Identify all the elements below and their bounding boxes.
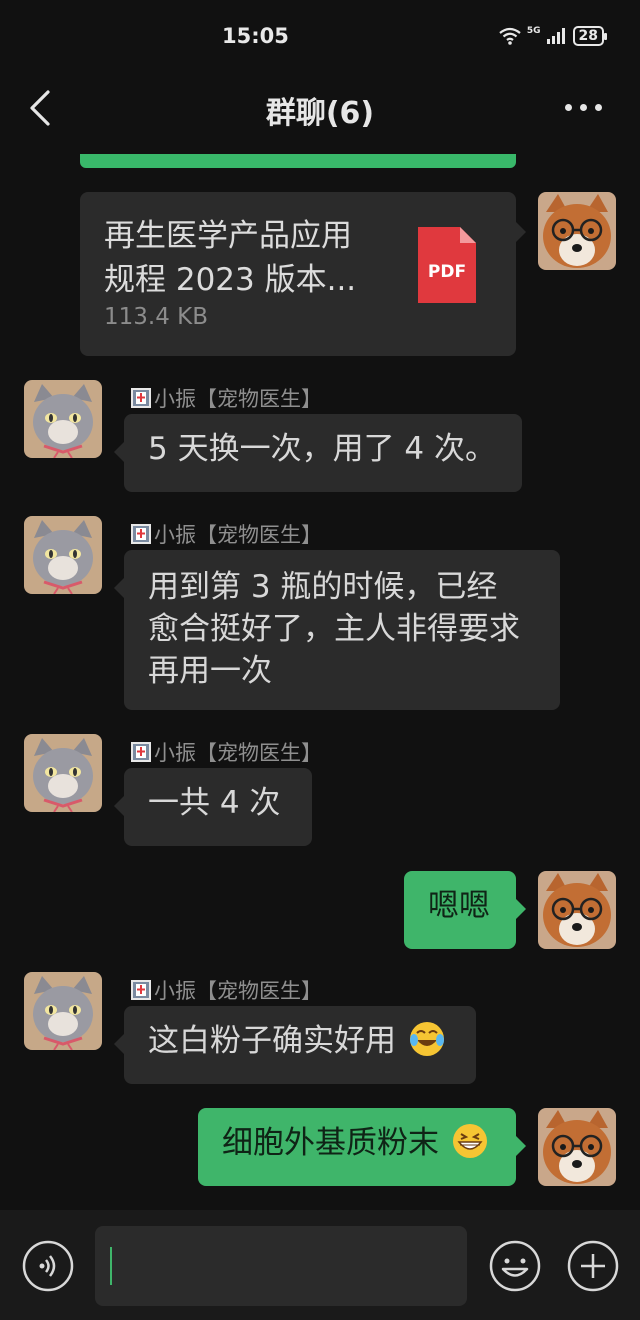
message-bubble[interactable]: 5 天换一次，用了 4 次。 — [114, 414, 522, 492]
sender-name: 小振【宠物医生】 — [130, 737, 322, 767]
chat-title: 群聊(6) — [265, 96, 375, 131]
signal-icon — [546, 28, 565, 44]
file-name: 再生医学产品应用 规程 2023 版本... — [104, 218, 357, 298]
status-bar: 15:05 5G 28 — [0, 0, 640, 70]
network-label: 5G — [526, 26, 541, 36]
previous-message-edge — [80, 154, 516, 168]
message-bubble[interactable]: 这白粉子确实好用 — [114, 1006, 476, 1084]
avatar-sender[interactable] — [24, 380, 102, 458]
message-input[interactable] — [95, 1226, 467, 1306]
message-bubble-self[interactable]: 细胞外基质粉末 — [198, 1108, 526, 1186]
message-bubble-self[interactable]: 嗯嗯 — [404, 871, 526, 949]
pdf-label: PDF — [427, 262, 467, 282]
message-bubble[interactable]: 一共 4 次 — [114, 768, 312, 846]
input-bar — [0, 1210, 640, 1320]
laugh-cry-emoji-icon — [409, 1022, 444, 1056]
wifi-icon — [499, 27, 521, 45]
sender-name: 小振【宠物医生】 — [130, 383, 322, 413]
grin-emoji-icon — [452, 1124, 487, 1158]
avatar-self[interactable] — [538, 1108, 616, 1186]
file-message[interactable]: 再生医学产品应用 规程 2023 版本... 113.4 KB PDF — [80, 192, 516, 356]
message-bubble[interactable]: 用到第 3 瓶的时候，已经 愈合挺好了，主人非得要求 再用一次 — [114, 550, 560, 710]
voice-icon[interactable] — [22, 1240, 74, 1292]
hospital-icon — [131, 388, 151, 408]
text-caret — [110, 1247, 112, 1285]
hospital-icon — [131, 742, 151, 762]
emoji-icon[interactable] — [489, 1240, 541, 1292]
plus-icon[interactable] — [567, 1240, 619, 1292]
sender-name: 小振【宠物医生】 — [130, 519, 322, 549]
hospital-icon — [131, 524, 151, 544]
nav-bar: 群聊(6) — [0, 72, 640, 142]
hospital-icon — [131, 980, 151, 1000]
avatar-sender[interactable] — [24, 734, 102, 812]
avatar-self[interactable] — [538, 192, 616, 270]
avatar-sender[interactable] — [24, 516, 102, 594]
more-dots-icon[interactable] — [565, 104, 602, 111]
status-time: 15:05 — [222, 24, 289, 48]
status-icons: 5G 28 — [499, 26, 608, 46]
file-size: 113.4 KB — [104, 304, 209, 330]
file-bubble-tail — [516, 222, 526, 242]
avatar-sender[interactable] — [24, 972, 102, 1050]
avatar-self[interactable] — [538, 871, 616, 949]
battery-indicator: 28 — [572, 26, 608, 46]
sender-name: 小振【宠物医生】 — [130, 975, 322, 1005]
